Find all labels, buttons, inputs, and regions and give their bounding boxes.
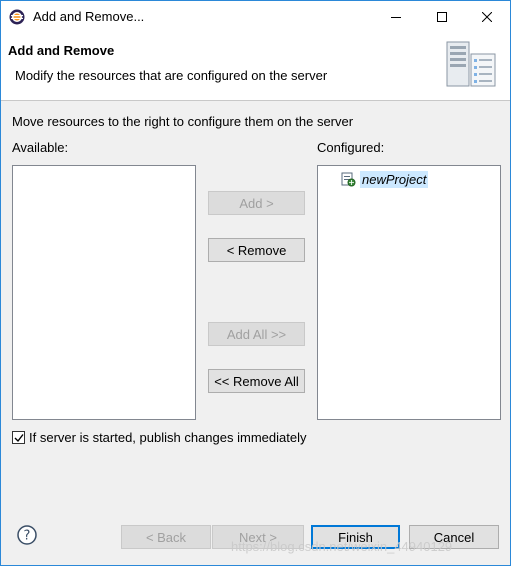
close-icon: [482, 11, 492, 22]
publish-checkbox-row[interactable]: If server is started, publish changes im…: [12, 430, 306, 445]
minimize-icon: [391, 16, 401, 18]
publish-checkbox[interactable]: [12, 431, 25, 444]
watermark-text: https://blog.csdn.net/weixin_44940129: [231, 539, 453, 554]
remove-button[interactable]: < Remove: [208, 238, 305, 262]
dialog-header: Add and Remove Modify the resources that…: [1, 32, 510, 101]
add-all-button[interactable]: Add All >>: [208, 322, 305, 346]
server-icon: [446, 41, 496, 87]
add-button[interactable]: Add >: [208, 191, 305, 215]
dialog-window: Add and Remove... Add and Remove Modify …: [0, 0, 511, 566]
publish-checkbox-label: If server is started, publish changes im…: [29, 430, 307, 445]
list-item[interactable]: newProject: [340, 170, 429, 188]
configured-list[interactable]: newProject: [317, 165, 501, 420]
instruction-text: Move resources to the right to configure…: [12, 114, 354, 129]
maximize-icon: [437, 11, 447, 22]
maximize-button[interactable]: [419, 1, 465, 32]
eclipse-icon: [9, 9, 25, 25]
list-item-label: newProject: [360, 170, 429, 188]
window-title: Add and Remove...: [33, 9, 145, 24]
svg-text:?: ?: [24, 529, 31, 544]
help-icon[interactable]: ?: [17, 525, 37, 545]
remove-all-button[interactable]: << Remove All: [208, 369, 305, 393]
checkmark-icon: [14, 434, 24, 443]
header-title: Add and Remove: [8, 43, 115, 58]
back-button[interactable]: < Back: [121, 525, 211, 549]
close-button[interactable]: [464, 1, 510, 32]
configured-label: Configured:: [317, 140, 385, 155]
available-label: Available:: [12, 140, 69, 155]
title-bar[interactable]: Add and Remove...: [1, 1, 510, 32]
available-list[interactable]: [12, 165, 196, 420]
minimize-button[interactable]: [373, 1, 419, 32]
header-description: Modify the resources that are configured…: [15, 68, 328, 83]
web-project-icon: [341, 172, 356, 187]
